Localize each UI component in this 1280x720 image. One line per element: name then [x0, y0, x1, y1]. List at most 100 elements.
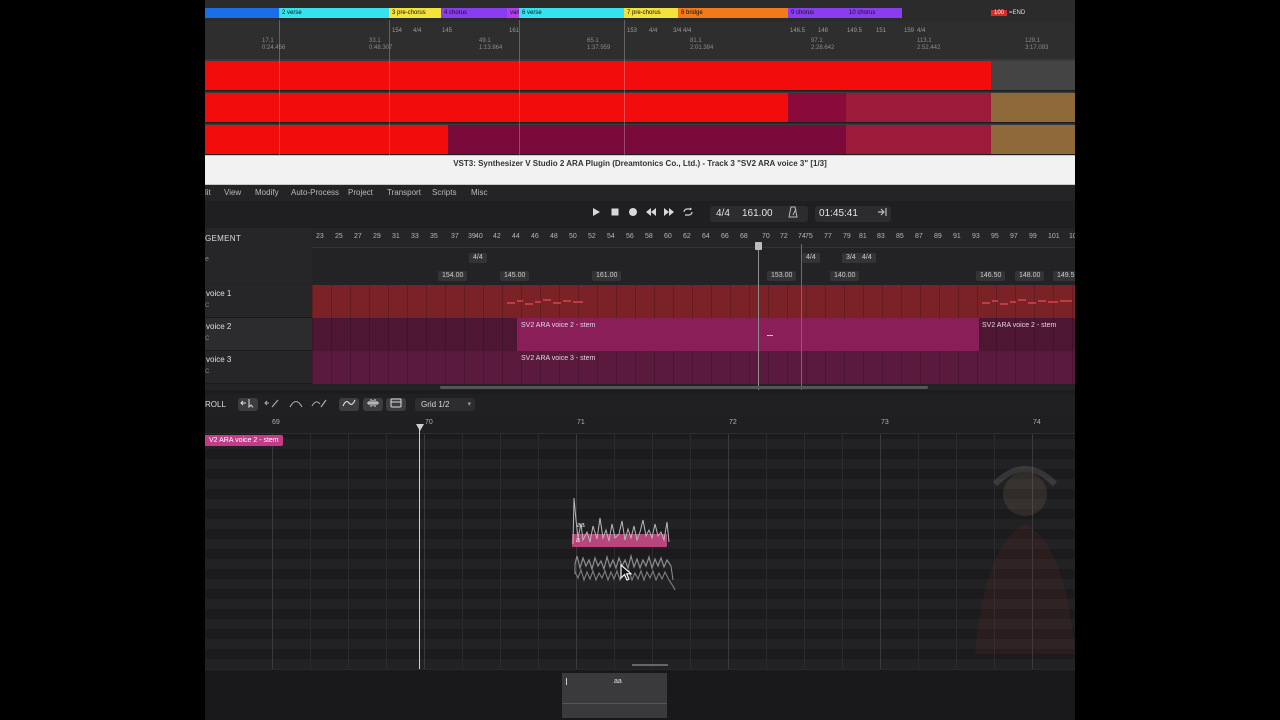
- menu-transport[interactable]: Transport: [387, 188, 421, 197]
- tempo-chip[interactable]: 149.5: [1053, 271, 1075, 281]
- host-clip[interactable]: [991, 93, 1075, 122]
- host-marker-line: [624, 20, 625, 155]
- bar-number: 95: [991, 233, 999, 240]
- time-signature-chip[interactable]: 4/4: [858, 253, 876, 263]
- host-clip[interactable]: [448, 125, 846, 154]
- marker-verse-6[interactable]: 6 verse: [519, 8, 624, 18]
- playhead-line[interactable]: [758, 244, 759, 390]
- tempo-chip[interactable]: 145.00: [500, 271, 530, 281]
- rewind-button[interactable]: [644, 207, 658, 221]
- record-button[interactable]: [626, 207, 640, 221]
- host-lane-2: [205, 92, 1075, 123]
- track-header-voice-1[interactable]: voice 1 C: [205, 285, 312, 318]
- arrangement-scrollbar[interactable]: [440, 386, 928, 389]
- bar-number: 87: [915, 233, 923, 240]
- play-button[interactable]: [589, 207, 603, 221]
- pitch-pen-tool-button[interactable]: [309, 398, 329, 411]
- arrangement-ruler[interactable]: 23 25 27 29 31 33 35 37 39 40 42 44 46 4…: [312, 228, 1075, 248]
- tempo-value[interactable]: 161.00: [742, 206, 773, 222]
- pitch-and-waveform-curves: [572, 497, 676, 591]
- pen-tool-button[interactable]: [262, 398, 282, 411]
- record-icon: [629, 208, 637, 216]
- piano-roll-panel: ROLL Grid 1/2 ▾ 69 70 71 72 73 74 V2 ARA…: [205, 394, 1075, 720]
- lane-grid: [312, 351, 1075, 384]
- marker-verse-2[interactable]: 2 verse: [279, 8, 389, 18]
- bar-number: 37: [451, 233, 459, 240]
- menu-view[interactable]: View: [224, 188, 241, 197]
- tempo-chip[interactable]: 153.00: [767, 271, 797, 281]
- curve-tool-button[interactable]: [286, 398, 306, 411]
- parameter-scroll[interactable]: [632, 664, 668, 666]
- pitch-curve-toggle[interactable]: [339, 398, 359, 411]
- metronome-icon[interactable]: [788, 206, 798, 224]
- time-display-field[interactable]: 01:45:41: [815, 206, 891, 222]
- tempo-chip[interactable]: 161.00: [592, 271, 622, 281]
- ruler-ts: 4/4: [683, 28, 692, 34]
- bar-number: 64: [702, 233, 710, 240]
- menu-project[interactable]: Project: [348, 188, 373, 197]
- host-clip[interactable]: [788, 93, 846, 122]
- time-signature-chip[interactable]: 4/4: [802, 253, 820, 263]
- marker-chorus-4[interactable]: 4 chorus: [441, 8, 507, 18]
- marker-pre-chorus-3[interactable]: 3 pre-chorus: [389, 8, 441, 18]
- jump-to-end-icon[interactable]: [877, 206, 887, 224]
- piano-roll-ruler[interactable]: 69 70 71 72 73 74: [205, 416, 1075, 434]
- menu-modify[interactable]: Modify: [255, 188, 279, 197]
- marker-chorus-9[interactable]: 9 chorus: [788, 8, 846, 18]
- playhead-handle[interactable]: [416, 424, 424, 431]
- host-clip[interactable]: [846, 125, 991, 154]
- menu-scripts[interactable]: Scripts: [432, 188, 456, 197]
- menu-auto-process[interactable]: Auto-Process: [291, 188, 339, 197]
- host-clip[interactable]: [846, 93, 991, 122]
- menu-misc[interactable]: Misc: [471, 188, 487, 197]
- playhead-cap[interactable]: [755, 242, 762, 250]
- marker-label: 3 pre-chorus: [392, 10, 426, 16]
- track-sub: C: [205, 336, 210, 342]
- marker-label: 10 chorus: [849, 10, 876, 16]
- time-signature-chip[interactable]: 4/4: [469, 253, 487, 263]
- fast-forward-button[interactable]: [662, 207, 676, 221]
- tempo-ts-field[interactable]: 4/4 161.00: [710, 206, 808, 222]
- ruler-tick: 49.1 1:13.864: [479, 38, 503, 51]
- marker-vam[interactable]: vam: [507, 8, 519, 18]
- waveform-toggle[interactable]: [363, 398, 383, 411]
- host-clip[interactable]: [205, 125, 448, 154]
- marker-bridge-8[interactable]: 8 bridge: [678, 8, 788, 18]
- track-lane-voice-1[interactable]: [312, 285, 1075, 318]
- ruler-ts: 161: [509, 28, 520, 34]
- tempo-chip[interactable]: 146.50: [976, 271, 1006, 281]
- host-clip[interactable]: [205, 93, 788, 122]
- host-clip[interactable]: [205, 61, 991, 90]
- tempo-chip[interactable]: 140.00: [830, 271, 860, 281]
- transport-bar: 4/4 161.00 01:45:41: [205, 201, 1075, 227]
- track-header-voice-2[interactable]: voice 2 C: [205, 318, 312, 351]
- time-signature-value[interactable]: 4/4: [716, 206, 730, 222]
- parameter-lane[interactable]: aa: [205, 669, 1075, 720]
- loop-icon: [683, 207, 693, 216]
- marker-1[interactable]: [205, 8, 279, 18]
- host-clip[interactable]: [991, 125, 1075, 154]
- track-lane-voice-3[interactable]: SV2 ARA voice 3 - stem: [312, 351, 1075, 384]
- track-header-voice-3[interactable]: voice 3 C: [205, 351, 312, 384]
- plugin-window-title[interactable]: VST3: Synthesizer V Studio 2 ARA Plugin …: [205, 155, 1075, 185]
- end-marker[interactable]: 100 =END: [991, 8, 1025, 18]
- grid-select[interactable]: Grid 1/2 ▾: [415, 398, 475, 411]
- plugin-title-text: VST3: Synthesizer V Studio 2 ARA Plugin …: [453, 159, 827, 168]
- marker-pre-chorus-7[interactable]: 7 pre-chorus: [624, 8, 678, 18]
- host-track-lanes: [205, 60, 1075, 155]
- piano-view-toggle[interactable]: [386, 398, 406, 411]
- bar-number: 56: [626, 233, 634, 240]
- bar-number: 79: [843, 233, 851, 240]
- marker-chorus-10[interactable]: 10 chorus: [846, 8, 902, 18]
- tempo-chip[interactable]: 148.00: [1015, 271, 1045, 281]
- chevron-down-icon: ▾: [467, 401, 471, 408]
- host-ruler[interactable]: 154 4/4 145 161 153 4/4 3/4 4/4 146.5 14…: [205, 22, 1075, 60]
- stop-button[interactable]: [608, 207, 622, 221]
- loop-button[interactable]: [681, 207, 695, 221]
- pointer-tool-button[interactable]: [238, 398, 258, 411]
- track-lane-voice-2[interactable]: SV2 ARA voice 2 - stem SV2 ARA voice 2 -…: [312, 318, 1075, 351]
- note-preview: [982, 299, 1072, 305]
- menu-edit[interactable]: lit: [205, 188, 211, 197]
- tempo-chip[interactable]: 154.00: [438, 271, 468, 281]
- stem-chip[interactable]: V2 ARA voice 2 - stem: [205, 435, 283, 446]
